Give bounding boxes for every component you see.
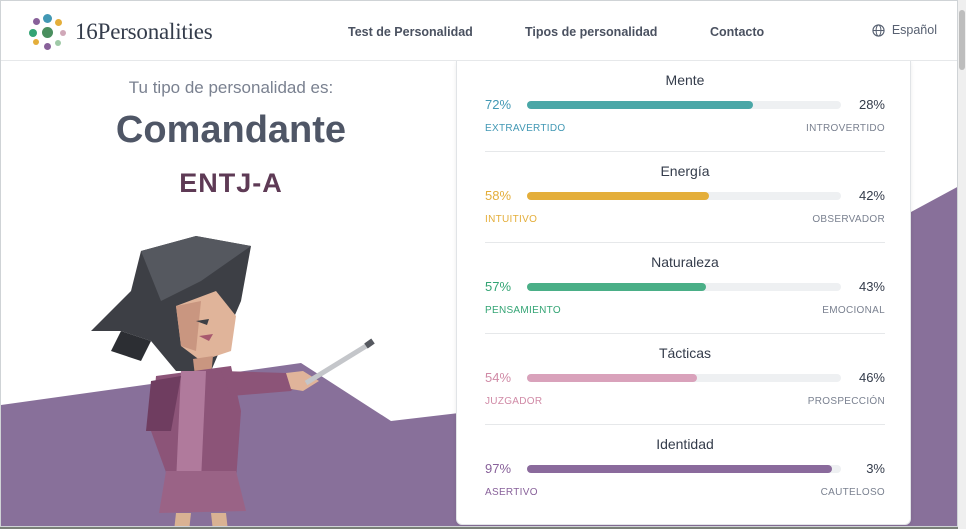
trait-left-label: JUZGADOR	[485, 396, 543, 407]
trait-mente: Mente 72% 28% EXTRAVERTIDO INTROVERTIDO	[485, 61, 885, 152]
traits-card: Mente 72% 28% EXTRAVERTIDO INTROVERTIDO …	[456, 61, 911, 525]
trait-right-label: EMOCIONAL	[822, 305, 885, 316]
type-name: Comandante	[115, 109, 347, 151]
trait-bar-fill	[527, 192, 710, 200]
trait-right-label: INTROVERTIDO	[806, 123, 885, 134]
trait-bar	[527, 283, 841, 291]
trait-energia: Energía 58% 42% INTUITIVO OBSERVADOR	[485, 152, 885, 243]
trait-tacticas: Tácticas 54% 46% JUZGADOR PROSPECCIÓN	[485, 334, 885, 425]
nav-test[interactable]: Test de Personalidad	[348, 25, 473, 39]
trait-bar	[527, 374, 841, 382]
trait-bar-fill	[527, 283, 706, 291]
trait-bar-fill	[527, 465, 832, 473]
page-frame: 16Personalities Test de Personalidad Tip…	[0, 0, 958, 527]
globe-icon	[872, 23, 885, 37]
commander-illustration	[91, 236, 375, 526]
trait-left-percent: 57%	[485, 279, 512, 294]
trait-right-percent: 46%	[858, 370, 885, 385]
trait-bar-fill	[527, 101, 754, 109]
trait-right-percent: 43%	[858, 279, 885, 294]
language-label: Español	[891, 23, 937, 37]
type-code: ENTJ-A	[179, 168, 283, 198]
trait-title: Identidad	[656, 436, 714, 452]
trait-right-percent: 28%	[858, 97, 885, 112]
trait-title: Tácticas	[658, 345, 712, 361]
trait-right-label: OBSERVADOR	[812, 214, 885, 225]
result-intro: Tu tipo de personalidad es:	[128, 78, 334, 97]
trait-left-percent: 97%	[485, 461, 512, 476]
trait-left-label: EXTRAVERTIDO	[485, 123, 566, 134]
trait-left-label: ASERTIVO	[485, 487, 538, 498]
trait-right-label: CAUTELOSO	[820, 487, 885, 498]
logo[interactable]: 16Personalities	[27, 12, 213, 52]
trait-right-percent: 3%	[866, 461, 885, 476]
trait-left-percent: 72%	[485, 97, 512, 112]
scrollbar[interactable]	[958, 0, 966, 529]
trait-bar	[527, 101, 841, 109]
trait-naturaleza: Naturaleza 57% 43% PENSAMIENTO EMOCIONAL	[485, 243, 885, 334]
trait-left-label: PENSAMIENTO	[485, 305, 561, 316]
nav-types[interactable]: Tipos de personalidad	[525, 25, 657, 39]
trait-bar-fill	[527, 374, 697, 382]
trait-right-percent: 42%	[858, 188, 885, 203]
trait-left-percent: 54%	[485, 370, 512, 385]
logo-icon	[27, 11, 69, 53]
nav-contact[interactable]: Contacto	[710, 25, 764, 39]
scrollbar-thumb[interactable]	[959, 10, 965, 70]
trait-title: Naturaleza	[651, 254, 719, 270]
logo-text: 16Personalities	[75, 19, 213, 44]
trait-left-label: INTUITIVO	[485, 214, 538, 225]
trait-left-percent: 58%	[485, 188, 512, 203]
trait-title: Mente	[665, 72, 705, 88]
trait-bar	[527, 192, 841, 200]
site-header: 16Personalities Test de Personalidad Tip…	[1, 1, 957, 61]
trait-identidad: Identidad 97% 3% ASERTIVO CAUTELOSO	[485, 425, 885, 516]
language-selector[interactable]: Español	[872, 23, 937, 37]
trait-right-label: PROSPECCIÓN	[807, 396, 885, 407]
trait-bar	[527, 465, 841, 473]
trait-title: Energía	[660, 163, 710, 179]
